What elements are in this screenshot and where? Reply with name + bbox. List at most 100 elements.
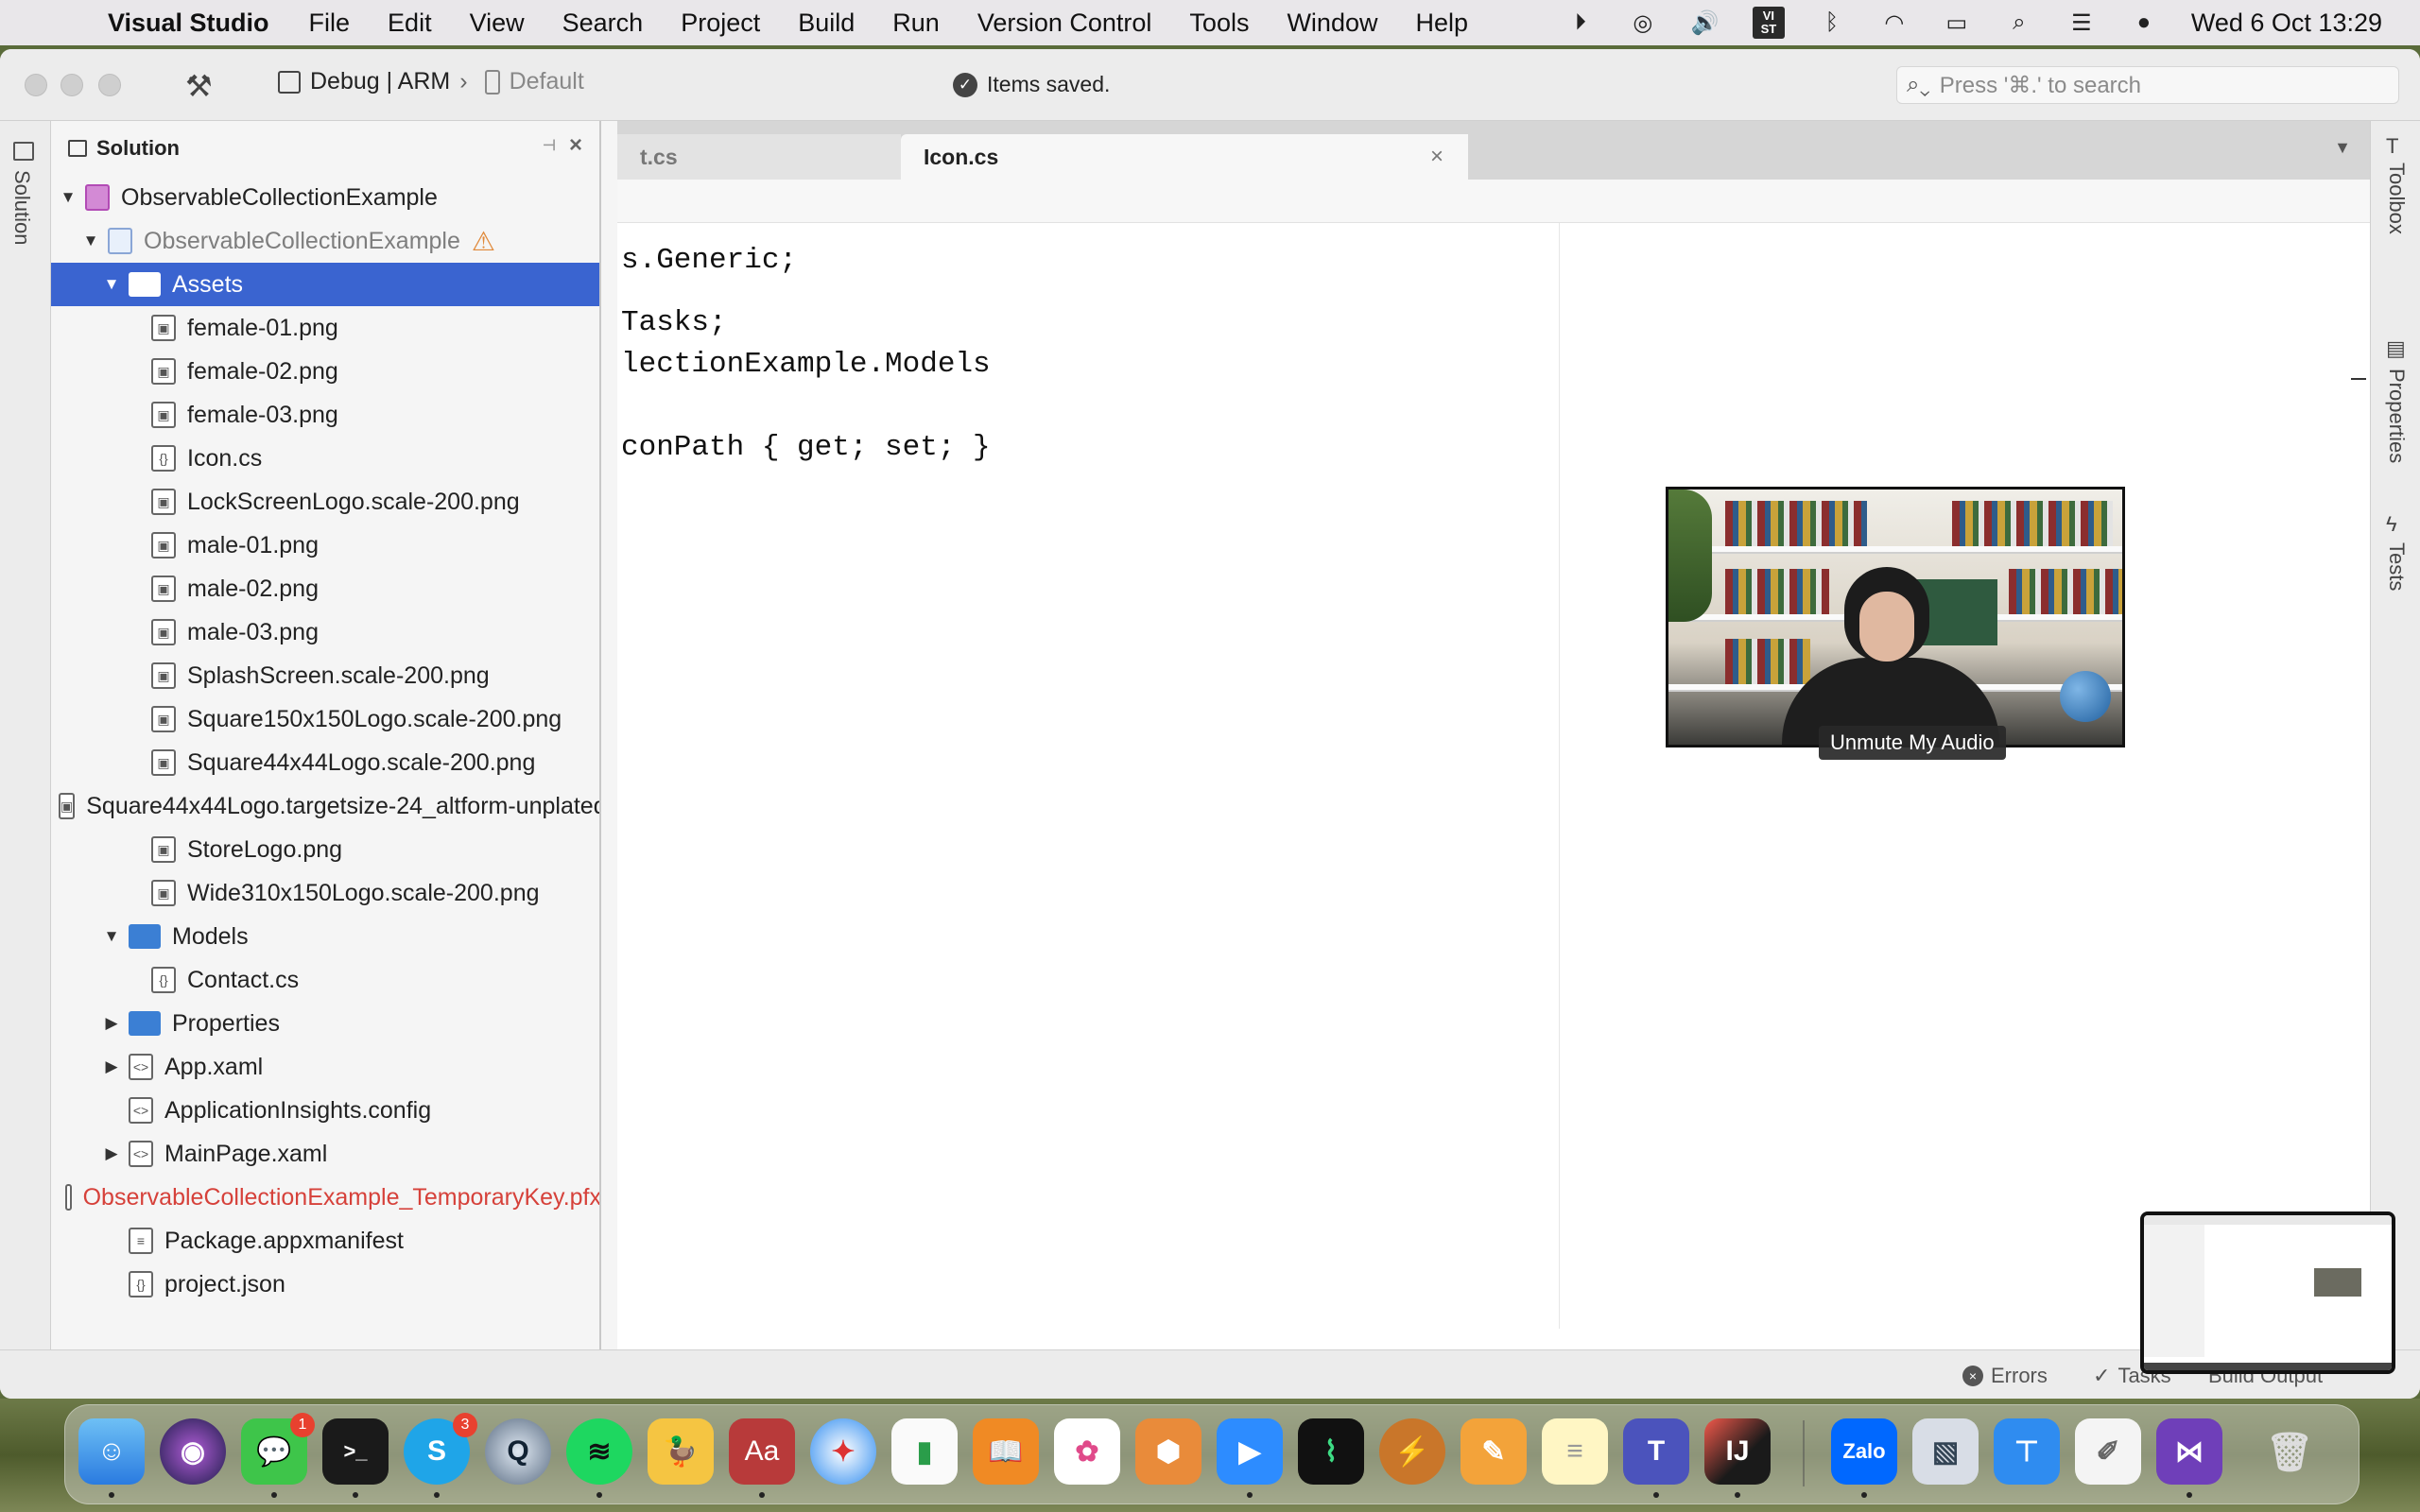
- menu-clock[interactable]: Wed 6 Oct 13:29: [2191, 9, 2382, 38]
- toolbox-rail-tab[interactable]: Toolbox: [2384, 163, 2409, 234]
- bluetooth-icon[interactable]: ᛒ: [1817, 8, 1847, 38]
- messages-icon[interactable]: 💬 1: [241, 1413, 315, 1485]
- terminal-icon[interactable]: >_: [322, 1418, 389, 1485]
- intellij-icon[interactable]: IJ: [1704, 1418, 1771, 1485]
- app-menu[interactable]: Visual Studio: [108, 9, 269, 38]
- tree-item-image[interactable]: ▣ Wide310x150Logo.scale-200.png: [51, 871, 599, 915]
- solution-rail-tab[interactable]: Solution: [9, 170, 34, 246]
- wifi-icon[interactable]: ◠: [1879, 8, 1910, 38]
- unmute-audio-tooltip[interactable]: Unmute My Audio: [1819, 726, 2006, 760]
- window-close-button[interactable]: [25, 74, 47, 96]
- menu-help[interactable]: Help: [1415, 9, 1468, 38]
- menu-project[interactable]: Project: [681, 9, 760, 38]
- tree-item-manifest[interactable]: ≡ Package.appxmanifest: [51, 1219, 599, 1263]
- disclosure-collapsed-icon[interactable]: ▶: [102, 1057, 121, 1076]
- menu-build[interactable]: Build: [798, 9, 855, 38]
- spotify-icon[interactable]: ≋: [566, 1418, 632, 1485]
- window-maximize-button[interactable]: [98, 74, 121, 96]
- volume-icon[interactable]: 🔊: [1690, 8, 1720, 38]
- photos-icon[interactable]: ✿: [1054, 1418, 1120, 1485]
- search-field[interactable]: ⌕⌄ Press '⌘.' to search: [1896, 66, 2399, 104]
- tree-item-folder[interactable]: ▼ Assets: [51, 263, 599, 306]
- tree-item-code[interactable]: {} Contact.cs: [51, 958, 599, 1002]
- quicktime-icon[interactable]: Q: [485, 1418, 551, 1485]
- code-text-area[interactable]: s.Generic; Tasks; lectionExample.Models …: [617, 223, 2370, 1329]
- tree-item-folder[interactable]: ▶ Properties: [51, 1002, 599, 1045]
- menu-window[interactable]: Window: [1287, 9, 1377, 38]
- tree-item-image[interactable]: ▣ Square44x44Logo.targetsize-24_altform-u…: [51, 784, 599, 828]
- tree-item-image[interactable]: ▣ female-02.png: [51, 350, 599, 393]
- menu-version-control[interactable]: Version Control: [977, 9, 1152, 38]
- disclosure-expanded-icon[interactable]: ▼: [102, 275, 121, 294]
- disclosure-expanded-icon[interactable]: ▼: [81, 232, 100, 250]
- safari-icon[interactable]: ✦: [810, 1418, 876, 1485]
- menu-tools[interactable]: Tools: [1189, 9, 1249, 38]
- play-circle-icon[interactable]: ⏵: [1565, 8, 1596, 38]
- tree-item-code[interactable]: {} project.json: [51, 1263, 599, 1306]
- configuration-selector[interactable]: Debug | ARM › Default: [278, 68, 584, 95]
- disclosure-collapsed-icon[interactable]: ▶: [102, 1014, 121, 1033]
- window-minimize-button[interactable]: [60, 74, 83, 96]
- zalo-icon[interactable]: Zalo: [1831, 1418, 1897, 1485]
- keynote-icon[interactable]: ⊤: [1994, 1418, 2060, 1485]
- menu-search[interactable]: Search: [562, 9, 644, 38]
- activity-monitor-icon[interactable]: ⌇: [1298, 1418, 1364, 1485]
- tests-rail-tab[interactable]: Tests: [2384, 542, 2409, 591]
- tree-item-file[interactable]: ObservableCollectionExample_TemporaryKey…: [51, 1176, 599, 1219]
- close-icon[interactable]: ×: [569, 132, 582, 159]
- tests-icon[interactable]: ϟ: [2386, 512, 2397, 537]
- video-call-window[interactable]: [1666, 487, 2125, 747]
- trash-icon[interactable]: 🗑: [2256, 1418, 2323, 1485]
- tree-item-solution[interactable]: ▼ ObservableCollectionExample: [51, 176, 599, 219]
- tab-contact-cs[interactable]: t.cs: [617, 134, 901, 180]
- visual-studio-icon[interactable]: ⋈: [2156, 1418, 2222, 1485]
- zoom-icon[interactable]: ▶: [1217, 1418, 1283, 1485]
- vist-icon[interactable]: VI ST: [1752, 7, 1785, 39]
- menu-run[interactable]: Run: [892, 9, 940, 38]
- siri-icon[interactable]: ●: [2129, 8, 2159, 38]
- toolbox-icon[interactable]: T: [2386, 134, 2398, 159]
- tree-item-image[interactable]: ▣ male-03.png: [51, 610, 599, 654]
- tree-item-image[interactable]: ▣ Square44x44Logo.scale-200.png: [51, 741, 599, 784]
- cyberduck-icon[interactable]: 🦆: [648, 1418, 714, 1485]
- properties-rail-tab[interactable]: Properties: [2384, 369, 2409, 463]
- tree-item-code[interactable]: {} Icon.cs: [51, 437, 599, 480]
- dictionary-icon[interactable]: Aa: [729, 1418, 795, 1485]
- control-center-icon[interactable]: ☰: [2066, 8, 2097, 38]
- tree-item-image[interactable]: ▣ female-01.png: [51, 306, 599, 350]
- close-tab-icon[interactable]: ×: [1430, 144, 1443, 170]
- tree-item-image[interactable]: ▣ SplashScreen.scale-200.png: [51, 654, 599, 697]
- numbers-icon[interactable]: ▮: [891, 1418, 958, 1485]
- reeder-icon[interactable]: ⚡: [1379, 1418, 1445, 1485]
- tab-icon-cs[interactable]: Icon.cs ×: [901, 134, 1468, 180]
- build-hammer-icon[interactable]: ⚒: [185, 68, 213, 104]
- tab-list-dropdown-icon[interactable]: ▼: [2334, 138, 2351, 158]
- spotlight-icon[interactable]: ⌕: [2004, 8, 2034, 38]
- disclosure-collapsed-icon[interactable]: ▶: [102, 1144, 121, 1163]
- menu-view[interactable]: View: [470, 9, 525, 38]
- menu-file[interactable]: File: [309, 9, 351, 38]
- battery-icon[interactable]: ▭: [1942, 8, 1972, 38]
- finder-icon[interactable]: ☺: [78, 1418, 145, 1485]
- tree-item-image[interactable]: ▣ Square150x150Logo.scale-200.png: [51, 697, 599, 741]
- disclosure-expanded-icon[interactable]: ▼: [59, 188, 78, 207]
- skype-icon[interactable]: S3: [404, 1413, 477, 1485]
- tree-item-image[interactable]: ▣ StoreLogo.png: [51, 828, 599, 871]
- tree-item-project[interactable]: ▼ ObservableCollectionExample ⚠: [51, 219, 599, 263]
- siri-app-icon[interactable]: ◉: [160, 1418, 226, 1485]
- accessibility-icon[interactable]: ◎: [1628, 8, 1658, 38]
- tree-item-folder[interactable]: ▼ Models: [51, 915, 599, 958]
- notes-icon[interactable]: ≡: [1542, 1418, 1608, 1485]
- screenshot-thumbnail[interactable]: [2140, 1211, 2395, 1374]
- disclosure-expanded-icon[interactable]: ▼: [102, 927, 121, 946]
- teams-icon[interactable]: T: [1623, 1418, 1689, 1485]
- tree-item-xaml[interactable]: ▶ <> MainPage.xaml: [51, 1132, 599, 1176]
- textedit-icon[interactable]: ✐: [2075, 1418, 2141, 1485]
- preview-icon[interactable]: ▧: [1912, 1418, 1979, 1485]
- pin-icon[interactable]: ⊣: [543, 136, 556, 155]
- properties-icon[interactable]: ▤: [2386, 336, 2406, 361]
- package-app-icon[interactable]: ⬢: [1135, 1418, 1201, 1485]
- pages-icon[interactable]: ✎: [1461, 1418, 1527, 1485]
- tree-item-image[interactable]: ▣ LockScreenLogo.scale-200.png: [51, 480, 599, 524]
- tree-item-image[interactable]: ▣ male-01.png: [51, 524, 599, 567]
